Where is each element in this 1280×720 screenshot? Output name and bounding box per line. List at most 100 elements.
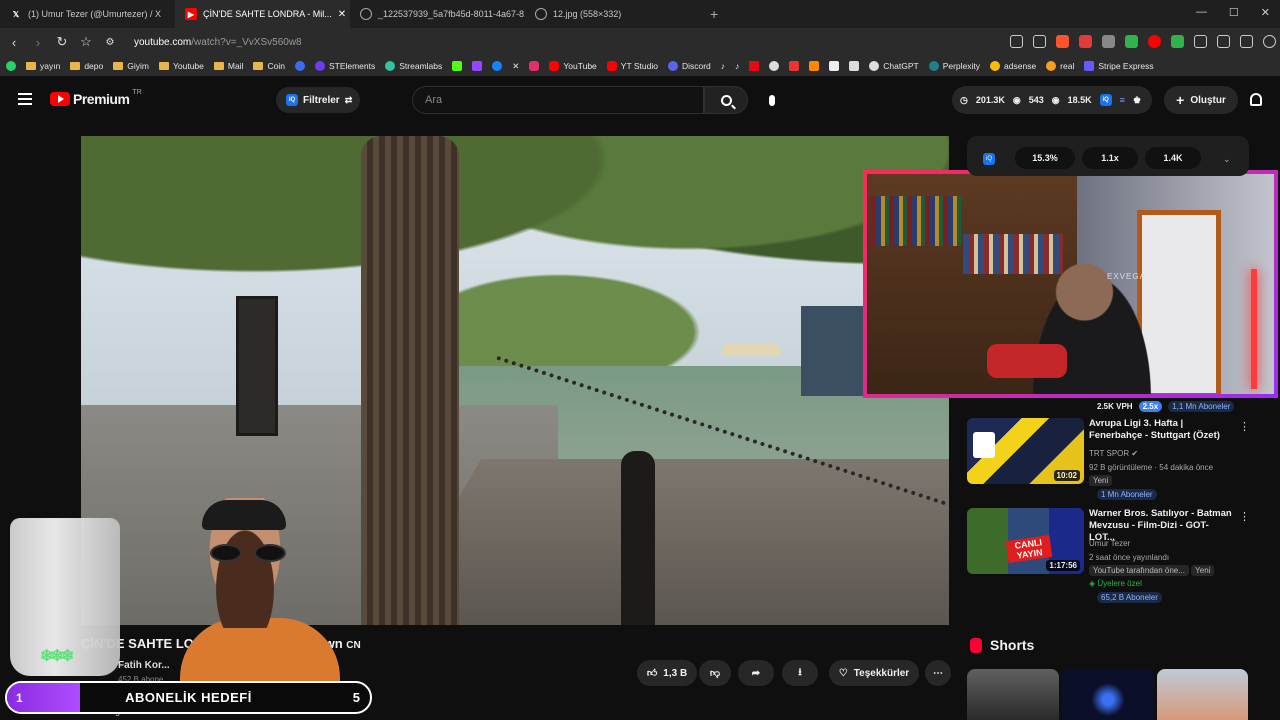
- recommended-video[interactable]: CANLI YAYIN 1:17:56 Warner Bros. Satılıy…: [967, 508, 1250, 588]
- tab-youtube-video[interactable]: ▶ ÇİN'DE SAHTE LONDRA - Mil... ✕: [175, 0, 350, 28]
- battery-icon[interactable]: [1125, 35, 1138, 48]
- video-thumbnail[interactable]: CANLI YAYIN 1:17:56: [967, 508, 1084, 574]
- bookmark-link[interactable]: adsense: [990, 61, 1036, 71]
- music-icon[interactable]: [1217, 35, 1230, 48]
- short-thumbnail[interactable]: [967, 669, 1059, 720]
- goal-target: 5: [352, 690, 360, 705]
- more-actions-button[interactable]: ⋯: [925, 660, 951, 686]
- thanks-button[interactable]: ♡ Teşekkürler: [829, 660, 919, 686]
- channel-name[interactable]: Umur Tezer: [1089, 539, 1130, 548]
- url-field[interactable]: youtube.com/watch?v=_VvXSv560w8: [134, 37, 302, 48]
- filters-button[interactable]: iQ Filtreler ⇄: [276, 87, 360, 113]
- share-button[interactable]: ➦: [738, 660, 774, 686]
- bookmark-link[interactable]: STElements: [314, 61, 375, 71]
- site-settings-icon[interactable]: ⚙: [100, 37, 120, 48]
- bookmark-link[interactable]: real: [1046, 61, 1074, 71]
- create-button[interactable]: + Oluştur: [1164, 86, 1238, 114]
- recommended-video[interactable]: 10:02 Avrupa Ligi 3. Hafta | Fenerbahçe …: [967, 418, 1250, 488]
- tiktok-icon[interactable]: ♪: [721, 61, 725, 71]
- bookmark-icon-misc[interactable]: [769, 61, 780, 71]
- bookmark-icon[interactable]: ☆: [76, 34, 96, 50]
- youtube-premium-logo[interactable]: Premium TR: [50, 89, 142, 107]
- bookmark-link[interactable]: Stripe Express: [1084, 61, 1154, 71]
- bookmark-label: Coin: [267, 61, 285, 71]
- bookmark-folder[interactable]: depo: [70, 61, 103, 71]
- brave-icon[interactable]: [1056, 35, 1069, 48]
- microphone-icon[interactable]: [760, 88, 784, 112]
- bookmark-label: Mail: [227, 61, 244, 71]
- forward-icon[interactable]: ›: [28, 35, 48, 50]
- more-options-icon[interactable]: ⋮: [1239, 420, 1250, 433]
- dislike-button[interactable]: 👎︎: [699, 660, 731, 686]
- download-button[interactable]: ⭳: [782, 660, 818, 686]
- vidiq-stats[interactable]: ◷ 201.3K ◉ 543 ◉ 18.5K iQ ≡ ♚: [952, 86, 1152, 114]
- warning-icon[interactable]: [1079, 35, 1092, 48]
- grid-icon[interactable]: [1171, 35, 1184, 48]
- video-thumbnail[interactable]: 10:02: [967, 418, 1084, 484]
- twitch-icon[interactable]: [472, 61, 483, 71]
- search-button[interactable]: [704, 86, 748, 114]
- share-icon[interactable]: [1033, 35, 1046, 48]
- bookmark-link[interactable]: YT Studio: [606, 61, 658, 71]
- new-tab-icon[interactable]: +: [700, 6, 728, 22]
- bookmark-link[interactable]: ChatGPT: [869, 61, 919, 71]
- discord-icon: [667, 61, 678, 71]
- short-thumbnail[interactable]: [1157, 669, 1248, 720]
- more-options-icon[interactable]: ⋮: [1239, 510, 1250, 523]
- back-icon[interactable]: ‹: [4, 35, 24, 50]
- video-title[interactable]: Avrupa Ligi 3. Hafta | Fenerbahçe - Stut…: [1089, 418, 1234, 442]
- close-window-icon[interactable]: ✕: [1261, 6, 1270, 19]
- amazon-icon[interactable]: [829, 61, 840, 71]
- bookmark-folder[interactable]: Mail: [213, 61, 244, 71]
- profile-icon[interactable]: [1263, 35, 1276, 48]
- instagram-icon[interactable]: [529, 61, 540, 71]
- bookmark-folder[interactable]: Coin: [253, 61, 285, 71]
- bluesky-icon[interactable]: [492, 61, 503, 71]
- youtube-ext-icon[interactable]: [1148, 35, 1161, 48]
- maximize-icon[interactable]: ☐: [1229, 6, 1239, 19]
- minimize-icon[interactable]: —: [1196, 6, 1207, 19]
- menu-icon[interactable]: [18, 93, 32, 105]
- tiktok-studio-icon[interactable]: ♪: [735, 61, 739, 71]
- bookmark-icon-misc[interactable]: [809, 61, 820, 71]
- like-button[interactable]: 👍︎ 1,3 B: [637, 660, 697, 686]
- netflix-icon[interactable]: [749, 61, 760, 71]
- bookmark-label: Discord: [681, 61, 711, 71]
- bookmark-label: Perplexity: [942, 61, 981, 71]
- screen-icon[interactable]: [1010, 35, 1023, 48]
- reload-icon[interactable]: ↻: [52, 34, 72, 50]
- tab-title: _122537939_5a7fb45d-8011-4a67-8...: [378, 9, 525, 19]
- channel-name[interactable]: TRT SPOR ✔: [1089, 449, 1138, 458]
- glasses-icon[interactable]: [1102, 35, 1115, 48]
- bookmark-link[interactable]: Discord: [667, 61, 711, 71]
- video-channel-name[interactable]: Fatih Kor...: [118, 660, 170, 671]
- chevron-down-icon[interactable]: ⌄: [1223, 154, 1231, 165]
- bookmark-icon-misc[interactable]: [789, 61, 800, 71]
- ice-cubes-overlay: ❄❄❄: [40, 648, 74, 665]
- tab-jpg[interactable]: 12.jpg (558×332): [525, 0, 700, 28]
- tab-image[interactable]: _122537939_5a7fb45d-8011-4a67-8...: [350, 0, 525, 28]
- folder-icon: [113, 62, 124, 70]
- bookmark-folder[interactable]: Giyim: [113, 61, 149, 71]
- bookmark-icon-misc[interactable]: [849, 61, 860, 71]
- bookmark-folder[interactable]: yayın: [26, 61, 60, 71]
- subscriber-badge: 65,2 B Aboneler: [1097, 592, 1162, 603]
- bookmark-link[interactable]: [294, 61, 305, 71]
- featured-label: YouTube tarafından öne...: [1089, 565, 1189, 576]
- sidebar-icon[interactable]: [1240, 35, 1253, 48]
- whatsapp-icon[interactable]: [6, 61, 16, 71]
- x-bookmark-icon[interactable]: ✕: [512, 61, 519, 72]
- close-tab-icon[interactable]: ✕: [338, 9, 346, 20]
- tab-x[interactable]: 𝕏 (1) Umur Tezer (@Umurtezer) / X: [0, 0, 175, 28]
- bookmark-link[interactable]: Streamlabs: [385, 61, 442, 71]
- bookmark-folder[interactable]: Youtube: [158, 61, 204, 71]
- title-suffix: CN: [346, 640, 361, 651]
- puzzle-icon[interactable]: [1194, 35, 1207, 48]
- kick-icon[interactable]: [452, 61, 463, 71]
- search-input[interactable]: Ara: [412, 86, 704, 114]
- bookmark-link[interactable]: Perplexity: [928, 61, 981, 71]
- verified-icon: ✔: [1131, 449, 1139, 458]
- bookmark-link[interactable]: YouTube: [549, 61, 597, 71]
- short-thumbnail[interactable]: [1062, 669, 1154, 720]
- notifications-icon[interactable]: [1250, 93, 1262, 106]
